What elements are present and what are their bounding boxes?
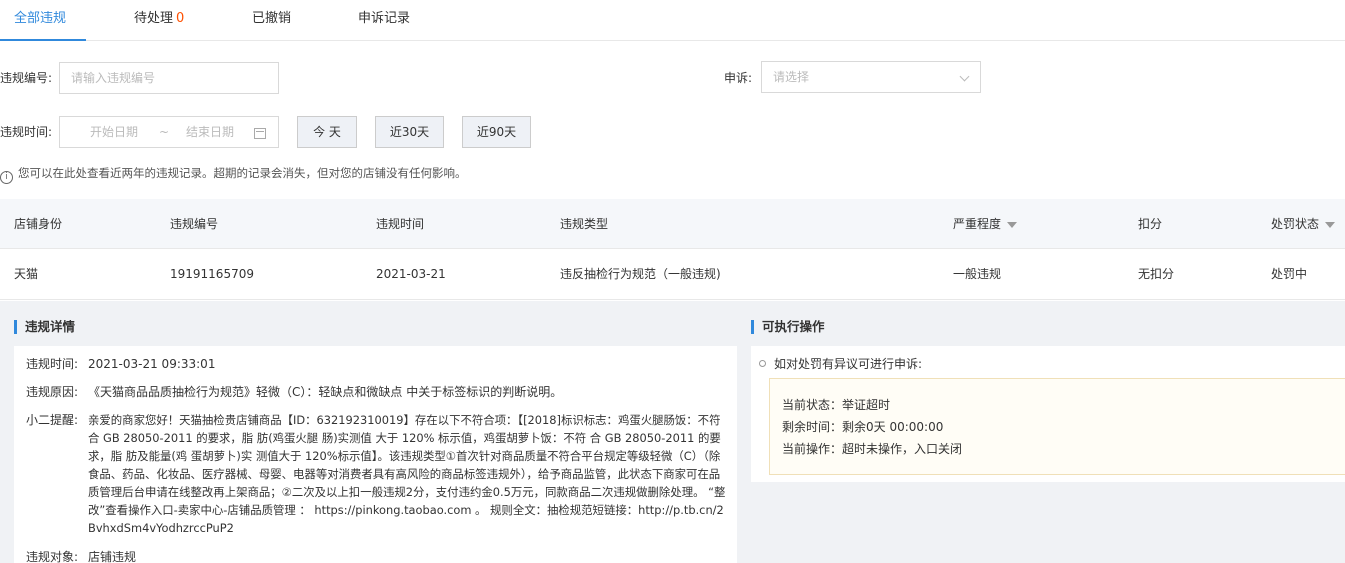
table-cell: 一般违规 [953,267,1002,281]
table-cell: 天猫 [14,267,39,281]
detail-section-title: 违规详情 [14,320,75,334]
table-header: 店铺身份 违规编号 违规时间 违规类型 严重程度 扣分 处罚状态 [0,199,1345,249]
column-header: 扣分 [1138,217,1163,231]
start-date-input[interactable]: 开始日期 [90,117,138,147]
detail-label: 小二提醒: [26,413,79,427]
detail-value: 《天猫商品品质抽检行为规范》轻微（C）：轻缺点和微缺点 中关于标签标识的判断说明… [88,385,563,399]
actions-panel: 如对处罚有异议可进行申诉: 当前状态：举证超时 剩余时间：剩余0天 00:00:… [751,346,1345,482]
table-cell: 违反抽检行为规范（一般违规) [560,267,721,281]
column-header: 违规时间 [376,217,425,231]
tab-label: 申诉记录 [358,11,411,26]
filter-icon[interactable] [1325,222,1336,228]
remaining-time: 剩余时间：剩余0天 00:00:00 [782,420,944,434]
calendar-icon [254,128,266,139]
violation-no-input[interactable]: 请输入违规编号 [59,62,279,94]
date-range-picker[interactable]: 开始日期 ~ 结束日期 [59,116,279,148]
current-status: 当前状态：举证超时 [782,398,891,412]
appeal-select-value: 请选择 [773,70,810,84]
info-icon: i [0,171,13,184]
detail-value: 2021-03-21 09:33:01 [88,357,216,371]
history-notice: i 您可以在此处查看近两年的违规记录。超期的记录会消失，但对您的店铺没有任何影响。 [0,165,467,184]
last-90-days-button[interactable]: 近90天 [462,116,531,148]
table-row[interactable]: 天猫 19191165709 2021-03-21 违反抽检行为规范（一般违规)… [0,249,1345,300]
table-cell: 2021-03-21 [376,267,446,281]
tab-label: 已撤销 [252,11,292,26]
column-header: 店铺身份 [14,217,63,231]
tab-revoked[interactable]: 已撤销 [252,0,291,41]
column-header: 违规编号 [170,217,219,231]
chevron-down-icon [959,71,970,82]
detail-label: 违规对象: [26,550,79,563]
tab-appeal-records[interactable]: 申诉记录 [358,0,410,41]
appeal-action-text: 如对处罚有异议可进行申诉: [774,357,923,371]
tab-label: 全部违规 [14,11,67,26]
table-cell: 19191165709 [170,267,254,281]
table-cell: 处罚中 [1271,267,1308,281]
date-separator: ~ [159,125,170,139]
notice-text: 您可以在此处查看近两年的违规记录。超期的记录会消失，但对您的店铺没有任何影响。 [18,166,467,180]
tab-label: 待处理 [134,11,174,26]
detail-area: 违规详情 违规时间: 2021-03-21 09:33:01 违规原因: 《天猫… [0,301,1345,563]
table-cell: 无扣分 [1138,267,1175,281]
violation-no-label: 违规编号: [0,71,53,85]
today-button[interactable]: 今 天 [297,116,357,148]
pending-count: 0 [176,11,185,26]
last-30-days-button[interactable]: 近30天 [375,116,444,148]
status-column-header: 处罚状态 [1271,199,1336,249]
column-header-label: 严重程度 [953,217,1002,231]
tab-bar: 全部违规 待处理 0 已撤销 申诉记录 [0,0,1345,41]
current-operation: 当前操作：超时未操作，入口关闭 [782,442,963,456]
tab-pending[interactable]: 待处理 0 [134,0,184,41]
detail-label: 违规时间: [26,357,79,371]
appeal-select[interactable]: 请选择 [761,61,981,93]
bullet-icon [759,360,766,367]
appeal-status-box: 当前状态：举证超时 剩余时间：剩余0天 00:00:00 当前操作：超时未操作，… [769,378,1345,475]
detail-label: 违规原因: [26,385,79,399]
appeal-label: 申诉: [724,71,753,85]
tab-all-violations[interactable]: 全部违规 [0,0,86,41]
actions-section-title: 可执行操作 [751,320,825,334]
column-header: 违规类型 [560,217,609,231]
filter-icon[interactable] [1007,222,1018,228]
end-date-input[interactable]: 结束日期 [186,117,234,147]
column-header-label: 处罚状态 [1271,217,1320,231]
violation-detail-panel: 违规时间: 2021-03-21 09:33:01 违规原因: 《天猫商品品质抽… [14,346,737,563]
violation-time-label: 违规时间: [0,125,53,139]
severity-column-header: 严重程度 [953,199,1018,249]
detail-value: 亲爱的商家您好！天猫抽检贵店铺商品【ID：632192310019】存在以下不符… [88,413,726,535]
appeal-action-item: 如对处罚有异议可进行申诉: [759,355,922,372]
detail-value: 店铺违规 [88,550,137,563]
